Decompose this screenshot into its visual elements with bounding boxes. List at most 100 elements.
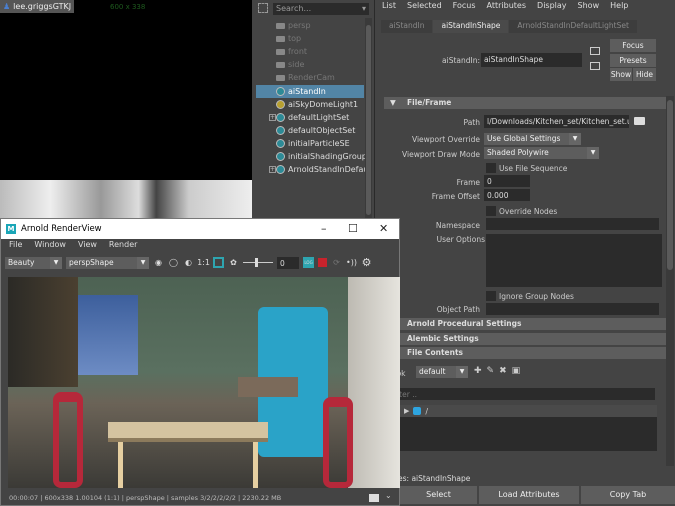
outliner-item[interactable]: + ArnoldStandInDefaul — [256, 163, 371, 176]
outliner-item[interactable]: front — [256, 45, 364, 58]
focus-button[interactable]: Focus — [610, 39, 656, 52]
outliner-item-label: defaultObjectSet — [288, 125, 356, 135]
menu-list[interactable]: List — [382, 1, 396, 10]
set-icon — [276, 112, 285, 122]
show-button[interactable]: Show — [610, 68, 632, 81]
path-field[interactable]: l/Downloads/Kitchen_set/Kitchen_set.usd — [484, 115, 629, 128]
snapshot-icon[interactable]: ◯ — [168, 257, 179, 268]
exposure-field[interactable]: 0 — [277, 256, 299, 269]
outliner-item[interactable]: persp — [256, 19, 364, 32]
camera-dropdown[interactable]: perspShape ▼ — [66, 256, 149, 269]
viewport-override-dropdown[interactable]: Use Global Settings ▼ — [484, 133, 581, 145]
tree-row[interactable]: ▶ / — [396, 405, 657, 417]
outliner-item[interactable]: side — [256, 58, 364, 71]
input-connections-icon[interactable] — [590, 47, 600, 55]
cube-icon — [413, 407, 422, 415]
edit-operator-icon[interactable]: ✎ — [487, 366, 500, 376]
chevron-down-icon[interactable]: ⌄ — [385, 491, 392, 500]
override-nodes-checkbox[interactable] — [486, 206, 496, 216]
outliner-item-label: front — [288, 47, 308, 57]
load-attributes-button[interactable]: Load Attributes — [479, 486, 579, 504]
hide-button[interactable]: Hide — [633, 68, 656, 81]
section-file-frame[interactable]: ▼ File/Frame — [384, 97, 666, 109]
maximize-button[interactable]: ☐ — [348, 222, 358, 235]
outliner-scroll-thumb[interactable] — [366, 25, 371, 215]
section-arnold-procedural[interactable]: Arnold Procedural Settings — [384, 318, 666, 330]
outliner-item-label: initialShadingGroup — [288, 152, 367, 161]
outliner-item[interactable]: top — [256, 32, 364, 45]
outliner-item[interactable]: aiSkyDomeLight1 — [256, 98, 364, 111]
render-image[interactable] — [8, 277, 400, 488]
expand-icon[interactable]: + — [269, 166, 276, 174]
save-icon[interactable]: ▣ — [512, 366, 526, 376]
section-alembic[interactable]: Alembic Settings — [384, 333, 666, 345]
outliner-item[interactable]: + defaultLightSet — [256, 111, 364, 124]
frame-offset-field[interactable]: 0.000 — [484, 189, 530, 201]
node-name-field[interactable]: aiStandInShape — [481, 53, 582, 67]
menu-selected[interactable]: Selected — [407, 1, 442, 10]
crop-region-icon[interactable]: ◉ — [153, 257, 164, 268]
viewport-draw-mode-label: Viewport Draw Mode — [402, 150, 480, 159]
menu-view[interactable]: View — [78, 240, 97, 249]
menu-window[interactable]: Window — [34, 240, 66, 249]
menu-attributes[interactable]: Attributes — [487, 1, 527, 10]
ae-scroll-thumb[interactable] — [667, 100, 673, 270]
aov-dropdown[interactable]: Beauty ▼ — [5, 256, 62, 269]
expand-arrow-icon[interactable]: ▶ — [404, 407, 409, 415]
menu-show[interactable]: Show — [578, 1, 600, 10]
viewport[interactable]: ♟ lee.griggsGTKJ 600 x 338 — [0, 0, 252, 180]
viewport-draw-mode-dropdown[interactable]: Shaded Polywire ▼ — [484, 147, 599, 159]
log-icon[interactable]: LOG — [303, 257, 314, 268]
tab-aistandinshape[interactable]: aiStandInShape — [433, 20, 509, 33]
menu-display[interactable]: Display — [537, 1, 567, 10]
menu-render[interactable]: Render — [109, 240, 137, 249]
presets-button[interactable]: Presets — [610, 54, 656, 67]
tree-root-label: / — [425, 406, 429, 416]
close-button[interactable]: ✕ — [379, 222, 388, 235]
add-operator-icon[interactable]: ✚ — [474, 366, 487, 376]
expand-icon[interactable]: + — [269, 113, 276, 121]
menu-focus[interactable]: Focus — [453, 1, 476, 10]
frame-field[interactable]: 0 — [484, 175, 530, 187]
ipr-icon[interactable]: •)) — [346, 257, 357, 268]
user-options-field[interactable] — [486, 234, 662, 287]
fit-icon[interactable] — [213, 257, 224, 268]
title-bar[interactable]: M Arnold RenderView – ☐ ✕ — [1, 219, 399, 239]
object-path-field[interactable] — [486, 303, 659, 315]
outliner-search-input[interactable]: Search... ▾ — [273, 3, 369, 15]
arnold-renderview-window: M Arnold RenderView – ☐ ✕ File Window View… — [0, 218, 400, 506]
outliner-item[interactable]: defaultObjectSet — [256, 124, 364, 137]
stop-render-icon[interactable] — [318, 258, 327, 267]
menu-file[interactable]: File — [9, 240, 22, 249]
snapshot-button[interactable] — [369, 494, 379, 502]
tab-lightset[interactable]: ArnoldStandInDefaultLightSet — [509, 20, 637, 33]
outliner-item[interactable]: initialShadingGroup — [256, 150, 367, 163]
channel-icon[interactable]: ◐ — [183, 257, 194, 268]
outliner-item[interactable]: RenderCam — [256, 71, 364, 84]
file-contents-tree[interactable]: ▶ / — [396, 405, 657, 451]
display-filter-icon[interactable] — [258, 3, 268, 13]
menu-help[interactable]: Help — [610, 1, 628, 10]
minimize-button[interactable]: – — [321, 222, 327, 235]
refresh-icon[interactable]: ⟳ — [331, 257, 342, 268]
outliner-item[interactable]: aiStandIn — [256, 84, 364, 98]
exposure-slider[interactable] — [243, 258, 273, 267]
ratio-button[interactable]: 1:1 — [197, 257, 210, 268]
outliner-item[interactable]: initialParticleSE — [256, 137, 364, 150]
filter-input[interactable]: ilter .. — [392, 388, 655, 400]
folder-icon[interactable] — [634, 117, 645, 125]
namespace-field[interactable] — [486, 218, 659, 230]
window-title: Arnold RenderView — [21, 224, 102, 234]
outliner-item-label: initialParticleSE — [288, 138, 350, 148]
chevron-down-icon: ▼ — [456, 366, 468, 378]
section-file-contents[interactable]: File Contents — [384, 347, 666, 359]
lookbook-dropdown[interactable]: default ▼ — [416, 366, 468, 378]
tab-aistandin[interactable]: aiStandIn — [381, 20, 433, 33]
select-button[interactable]: Select — [400, 486, 477, 504]
output-connections-icon[interactable] — [590, 62, 600, 70]
delete-operator-icon[interactable]: ✖ — [499, 366, 512, 376]
copy-tab-button[interactable]: Copy Tab — [581, 486, 675, 504]
settings-gear-icon[interactable]: ⚙ — [361, 256, 372, 269]
ignore-group-nodes-checkbox[interactable] — [486, 291, 496, 301]
use-file-sequence-checkbox[interactable] — [486, 163, 496, 173]
